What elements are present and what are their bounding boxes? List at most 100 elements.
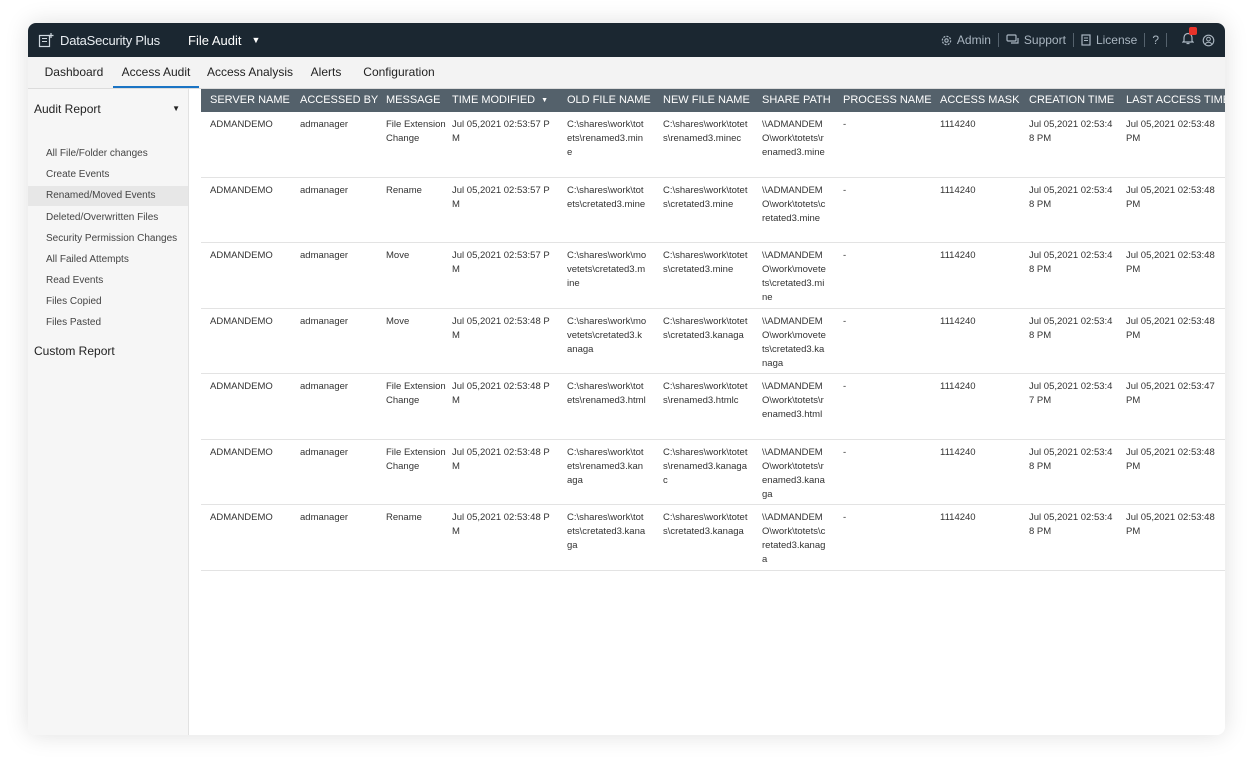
table-row[interactable]: ADMANDEMO admanager File Extension Change J… (201, 112, 1225, 178)
divider (1144, 33, 1146, 47)
cell-last-access-time: Jul 05,2021 02:53:48 PM (1126, 512, 1215, 537)
header-last-access-time[interactable]: LAST ACCESS TIME (1126, 89, 1225, 112)
user-profile-icon[interactable] (1202, 34, 1215, 47)
cell-new-file-name: C:\shares\work\totets\cretated3.kanaga (663, 315, 748, 341)
cell-accessed-by: admanager (300, 119, 349, 130)
cell-process-name: - (843, 184, 847, 196)
support-link[interactable]: Support (1006, 33, 1066, 47)
admin-link[interactable]: Admin (940, 33, 991, 47)
header-accessed-by[interactable]: ACCESSED BY (300, 89, 378, 112)
cell-time-modified: Jul 05,2021 02:53:57 PM (452, 184, 550, 210)
table-row[interactable]: ADMANDEMO admanager File Extension Change J… (201, 374, 1225, 440)
sidebar-item-read-events[interactable]: Read Events (28, 271, 188, 291)
header-share-path[interactable]: SHARE PATH (762, 89, 831, 112)
header-time-modified-wrap[interactable]: TIME MODIFIED ▼ (452, 89, 548, 112)
cell-server-name: ADMANDEMO (210, 119, 273, 130)
sidebar-item-files-copied[interactable]: Files Copied (28, 292, 188, 312)
header-access-mask[interactable]: ACCESS MASK (940, 89, 1019, 112)
sidebar-item-all-file-folder-changes[interactable]: All File/Folder changes (28, 144, 188, 164)
cell-new-file-name: C:\shares\work\totets\renamed3.kanagac (663, 446, 748, 486)
custom-report-link[interactable]: Custom Report (34, 344, 115, 358)
tab-alerts[interactable]: Alerts (306, 57, 346, 88)
notifications[interactable] (1181, 27, 1197, 48)
header-time-modified: TIME MODIFIED (452, 94, 536, 106)
product-logo-icon (38, 33, 54, 48)
cell-last-access-time: Jul 05,2021 02:53:48 PM (1126, 446, 1215, 472)
cell-creation-time: Jul 05,2021 02:53:48 PM (1029, 119, 1113, 144)
cell-time-modified: Jul 05,2021 02:53:48 PM (452, 446, 550, 472)
audit-report-section[interactable]: Audit Report ▼ (34, 102, 184, 116)
sidebar-item-deleted-overwritten-files[interactable]: Deleted/Overwritten Files (28, 208, 188, 228)
license-label: License (1095, 33, 1138, 47)
sidebar-item-all-failed-attempts[interactable]: All Failed Attempts (28, 250, 188, 270)
cell-access-mask: 1114240 (940, 184, 976, 196)
table-row[interactable]: ADMANDEMO admanager Rename Jul 05,2021 02:5… (201, 178, 1225, 243)
sidebar: Audit Report ▼ All File/Folder changes C… (28, 89, 189, 735)
header-new-file-name[interactable]: NEW FILE NAME (663, 89, 750, 112)
top-right-menu: Admin Support License ? (940, 23, 1215, 57)
cell-new-file-name: C:\shares\work\totets\cretated3.mine (663, 184, 748, 210)
sidebar-item-files-pasted[interactable]: Files Pasted (28, 313, 188, 333)
cell-time-modified: Jul 05,2021 02:53:48 PM (452, 315, 550, 341)
help-icon[interactable]: ? (1152, 33, 1159, 47)
sidebar-item-security-permission-changes[interactable]: Security Permission Changes (28, 229, 188, 249)
support-label: Support (1023, 33, 1066, 47)
table-row[interactable]: ADMANDEMO admanager Move Jul 05,2021 02:53:… (201, 309, 1225, 374)
top-bar: DataSecurity Plus File Audit ▼ Admin Sup… (28, 23, 1225, 57)
cell-share-path: \\ADMANDEMO\work\totets\renamed3.html (762, 381, 824, 420)
tab-access-analysis[interactable]: Access Analysis (206, 57, 294, 88)
header-server-name[interactable]: SERVER NAME (210, 89, 290, 112)
cell-server-name: ADMANDEMO (210, 381, 273, 392)
divider (1072, 33, 1074, 47)
header-message[interactable]: MESSAGE (386, 89, 440, 112)
tab-dashboard[interactable]: Dashboard (38, 57, 110, 88)
dropdown-caret-icon: ▼ (251, 35, 261, 45)
cell-creation-time: Jul 05,2021 02:53:47 PM (1029, 381, 1113, 406)
cell-process-name: - (843, 250, 847, 261)
tab-configuration[interactable]: Configuration (358, 57, 440, 88)
cell-time-modified: Jul 05,2021 02:53:48 PM (452, 512, 550, 537)
header-old-file-name[interactable]: OLD FILE NAME (567, 89, 651, 112)
cell-message: File Extension Change (386, 119, 446, 144)
cell-server-name: ADMANDEMO (210, 184, 273, 196)
module-label: File Audit (188, 32, 242, 48)
brand[interactable]: DataSecurity Plus (38, 23, 160, 57)
cell-message: Move (386, 315, 410, 327)
cell-share-path: \\ADMANDEMO\work\totets\cretated3.kanaga (762, 512, 826, 565)
table-row[interactable]: ADMANDEMO admanager Rename Jul 05,2021 02:5… (201, 505, 1225, 571)
table-row[interactable]: ADMANDEMO admanager Move Jul 05,2021 02:53:… (201, 243, 1225, 309)
sidebar-item-create-events[interactable]: Create Events (28, 165, 188, 185)
cell-new-file-name: C:\shares\work\totets\cretated3.kanaga (663, 512, 748, 537)
sidebar-item-renamed-moved-events[interactable]: Renamed/Moved Events (28, 186, 188, 206)
cell-share-path: \\ADMANDEMO\work\totets\renamed3.kanaga (762, 446, 825, 500)
cell-server-name: ADMANDEMO (210, 315, 273, 327)
cell-last-access-time: Jul 05,2021 02:53:48 PM (1126, 184, 1215, 210)
cell-old-file-name: C:\shares\work\totets\renamed3.html (567, 381, 646, 406)
cell-old-file-name: C:\shares\work\totets\cretated3.mine (567, 184, 646, 210)
module-selector[interactable]: File Audit ▼ (188, 23, 260, 57)
cell-creation-time: Jul 05,2021 02:53:48 PM (1029, 512, 1113, 537)
main-nav: Dashboard Access Audit Access Analysis A… (28, 57, 1225, 89)
cell-creation-time: Jul 05,2021 02:53:48 PM (1029, 250, 1113, 275)
cell-accessed-by: admanager (300, 250, 349, 261)
tab-access-audit[interactable]: Access Audit (113, 57, 199, 88)
cell-old-file-name: C:\shares\work\totets\renamed3.mine (567, 119, 644, 158)
license-link[interactable]: License (1081, 33, 1137, 47)
table-row[interactable]: ADMANDEMO admanager File Extension Change J… (201, 440, 1225, 505)
brand-name: DataSecurity Plus (60, 32, 160, 48)
cell-access-mask: 1114240 (940, 119, 976, 130)
sort-descending-icon: ▼ (541, 97, 549, 104)
divider (997, 33, 999, 47)
audit-report-heading: Audit Report (34, 102, 101, 116)
header-creation-time[interactable]: CREATION TIME (1029, 89, 1114, 112)
cell-process-name: - (843, 315, 847, 327)
cell-accessed-by: admanager (300, 184, 349, 196)
cell-last-access-time: Jul 05,2021 02:53:48 PM (1126, 119, 1215, 144)
cell-message: Rename (386, 512, 422, 523)
cell-accessed-by: admanager (300, 381, 349, 392)
cell-old-file-name: C:\shares\work\movetets\cretated3.kanaga (567, 315, 647, 355)
support-chat-icon (1006, 34, 1019, 44)
header-process-name[interactable]: PROCESS NAME (843, 89, 932, 112)
collapse-caret-icon: ▼ (172, 104, 180, 113)
cell-accessed-by: admanager (300, 315, 349, 327)
